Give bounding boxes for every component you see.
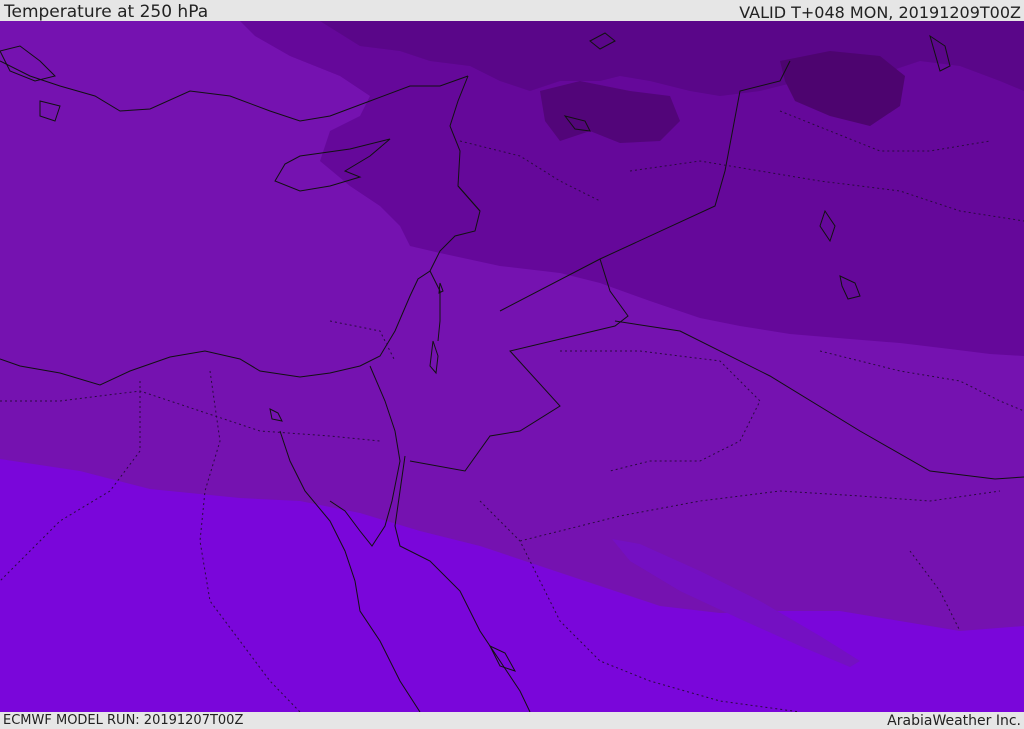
credit-label: ArabiaWeather Inc.	[887, 713, 1021, 729]
model-run-label: ECMWF MODEL RUN: 20191207T00Z	[3, 713, 244, 728]
map-title: Temperature at 250 hPa	[4, 2, 209, 22]
header-bar: Temperature at 250 hPa VALID T+048 MON, …	[0, 0, 1024, 22]
weather-map[interactable]	[0, 21, 1024, 712]
footer-bar: ECMWF MODEL RUN: 20191207T00Z ArabiaWeat…	[0, 712, 1024, 729]
valid-time: VALID T+048 MON, 20191209T00Z	[739, 3, 1021, 22]
map-canvas	[0, 21, 1024, 712]
